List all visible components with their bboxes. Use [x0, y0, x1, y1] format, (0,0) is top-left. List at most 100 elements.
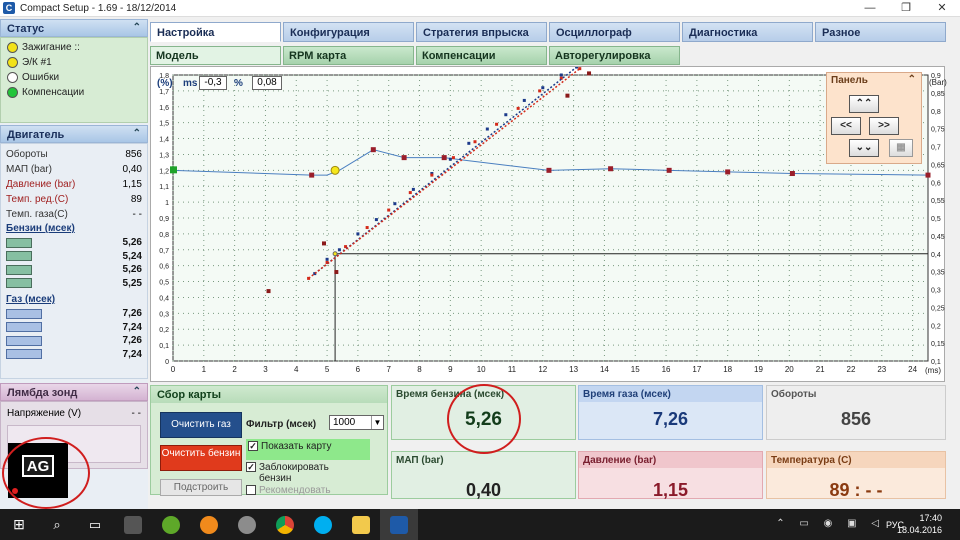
shift-down-button[interactable]: ⌄⌄	[849, 139, 879, 157]
lock-petrol-checkbox[interactable]: ✓ Заблокировать бензин	[246, 462, 346, 484]
torrent-icon[interactable]	[152, 509, 190, 540]
x-tick-label: 17	[692, 365, 701, 374]
chevron-down-icon[interactable]: ▼	[371, 416, 383, 429]
row-label: Давление (bar)	[6, 179, 76, 190]
close-button[interactable]: ✕	[924, 0, 960, 17]
indicator-icon	[7, 57, 18, 68]
compact-setup-taskbar-icon[interactable]	[380, 509, 418, 540]
checkbox-label: Рекомендовать	[259, 485, 331, 495]
lambda-header[interactable]: Лямбда зонд ⌃	[0, 383, 148, 401]
y-tick-label-left: 1,1	[159, 184, 169, 191]
data-point-blue	[541, 86, 545, 90]
data-point-red	[516, 106, 520, 110]
grid-toggle-icon[interactable]: ▦	[889, 139, 913, 157]
y-tick-label-left: 0,5	[159, 280, 169, 287]
outlier-point	[587, 71, 592, 76]
data-point-blue	[522, 98, 526, 102]
injector-value: 5,26	[122, 237, 142, 249]
calculator-icon[interactable]	[114, 509, 152, 540]
explorer-icon[interactable]	[342, 509, 380, 540]
start-button[interactable]: ⊞	[0, 509, 38, 540]
clear-petrol-button[interactable]: Очистить бензин	[160, 445, 242, 471]
tool-icon[interactable]	[228, 509, 266, 540]
correction-marker	[401, 155, 407, 161]
avast-icon[interactable]	[190, 509, 228, 540]
y-tick-label-right: 0,1	[931, 359, 941, 366]
x-tick-label: 11	[508, 365, 517, 374]
pct-label: %	[234, 78, 243, 89]
tray-icons[interactable]: ⌃ ▭ ◉ ▣ ◁	[776, 518, 885, 529]
clear-gas-button[interactable]: Очистить газ	[160, 412, 242, 438]
data-point-blue	[374, 218, 378, 222]
tab-rpm-map[interactable]: RPM карта	[283, 46, 414, 65]
status-label: Компенсации	[22, 87, 85, 98]
tab-injection-strategy[interactable]: Стратегия впрыска	[416, 22, 547, 42]
recommend-checkbox[interactable]: Рекомендовать	[246, 485, 331, 495]
build-button[interactable]: Подстроить	[160, 479, 242, 496]
injector-value: 5,25	[122, 277, 142, 289]
tab-diagnostics[interactable]: Диагностика	[682, 22, 813, 42]
tab-configuration[interactable]: Конфигурация	[283, 22, 414, 42]
y-tick-label-right: 0,35	[931, 270, 945, 277]
maximize-button[interactable]: ❐	[888, 0, 924, 17]
injector-bar	[6, 251, 32, 262]
search-icon[interactable]: ⌕	[38, 509, 76, 540]
panel-header: Панель ⌃	[827, 73, 921, 87]
checkbox-icon[interactable]: ✓	[246, 462, 256, 472]
row-value: 1,15	[122, 179, 142, 190]
data-point-blue	[325, 257, 329, 261]
tile-map: МАП (bar) 0,40	[391, 451, 576, 500]
cursor-point	[330, 165, 340, 175]
x-tick-label: 16	[662, 365, 671, 374]
tab-misc[interactable]: Разное	[815, 22, 946, 42]
highlight-circle	[2, 437, 90, 509]
row-label: Темп. ред.(C)	[6, 194, 69, 205]
data-point-red	[365, 226, 369, 230]
ms-value[interactable]: -0,3	[199, 76, 227, 90]
outlier-point	[565, 93, 570, 98]
x-tick-label: 4	[294, 365, 299, 374]
clock[interactable]: 17:40 18.04.2016	[897, 512, 942, 536]
status-label: Ошибки	[22, 72, 60, 83]
shift-right-button[interactable]: >>	[869, 117, 899, 135]
tab-settings[interactable]: Настройка	[150, 22, 281, 42]
left-panel: Статус ⌃ Зажигание :: Э/К #1 Ошибки Комп…	[0, 19, 148, 509]
filter-select[interactable]: 1000 ▼	[329, 415, 384, 430]
shift-up-button[interactable]: ⌃⌃	[849, 95, 879, 113]
tile-label: Время газа (мсек)	[579, 386, 762, 402]
injector-bar	[6, 278, 32, 289]
collapse-icon[interactable]: ⌃	[133, 128, 141, 139]
y-tick-label-left: 0,1	[159, 343, 169, 350]
status-header[interactable]: Статус ⌃	[0, 19, 148, 37]
app-icon: C	[3, 2, 15, 14]
x-tick-label: 9	[448, 365, 453, 374]
y-tick-label-right: 0,4	[931, 252, 941, 259]
task-view-icon[interactable]: ▭	[76, 509, 114, 540]
checkbox-label: Заблокировать бензин	[259, 462, 329, 484]
x-tick-label: 6	[356, 365, 361, 374]
checkbox-icon[interactable]: ✓	[248, 441, 258, 451]
pct-value[interactable]: 0,08	[252, 76, 282, 90]
tab-model[interactable]: Модель	[150, 46, 281, 65]
correction-marker	[925, 172, 931, 178]
show-map-checkbox[interactable]: ✓ Показать карту	[246, 439, 370, 460]
collapse-icon[interactable]: ⌃	[908, 74, 916, 85]
x-tick-label: 21	[816, 365, 825, 374]
tab-auto-adjust[interactable]: Авторегулировка	[549, 46, 680, 65]
engine-header[interactable]: Двигатель ⌃	[0, 125, 148, 143]
tab-oscilloscope[interactable]: Осциллограф	[549, 22, 680, 42]
minimize-button[interactable]: —	[852, 0, 888, 17]
status-label: Э/К #1	[22, 57, 52, 68]
chrome-icon[interactable]	[266, 509, 304, 540]
x-tick-label: 7	[386, 365, 391, 374]
checkbox-icon[interactable]	[246, 485, 256, 495]
collapse-icon[interactable]: ⌃	[133, 22, 141, 33]
filter-value: 1000	[333, 417, 356, 428]
tab-compensations[interactable]: Компенсации	[416, 46, 547, 65]
correction-marker	[725, 169, 731, 175]
shift-left-button[interactable]: <<	[831, 117, 861, 135]
skype-icon[interactable]	[304, 509, 342, 540]
petrol-injector: 5,24	[6, 250, 142, 264]
collapse-icon[interactable]: ⌃	[133, 386, 141, 397]
engine-row-reducer-temp: Темп. ред.(C) 89	[6, 192, 142, 207]
